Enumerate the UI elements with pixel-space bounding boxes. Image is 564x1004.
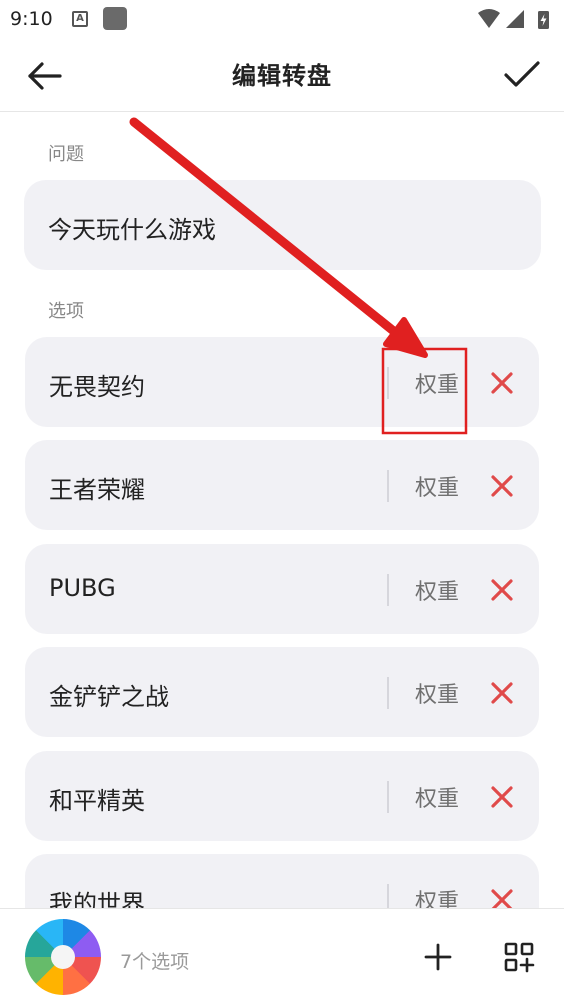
status-bar: 9:10 A [0, 0, 564, 38]
grid-add-icon [504, 942, 535, 973]
option-row[interactable]: 和平精英 权重 [25, 751, 539, 841]
delete-option-button[interactable] [489, 680, 515, 706]
question-text: 今天玩什么游戏 [48, 216, 216, 244]
weight-button[interactable]: 权重 [405, 781, 469, 813]
delete-option-button[interactable] [489, 473, 515, 499]
add-option-button[interactable] [422, 941, 454, 973]
weight-button[interactable]: 权重 [405, 574, 469, 606]
close-icon [491, 579, 513, 601]
option-row[interactable]: 无畏契约 权重 [25, 337, 539, 427]
status-icons [478, 9, 549, 29]
divider [387, 574, 389, 606]
wifi-icon [478, 9, 500, 28]
weight-button[interactable]: 权重 [405, 677, 469, 709]
option-count: 7个选项 [120, 951, 190, 973]
divider [387, 677, 389, 709]
weight-button[interactable]: 权重 [405, 367, 469, 399]
option-row[interactable]: 金铲铲之战 权重 [25, 647, 539, 737]
wheel-preview[interactable] [25, 919, 101, 995]
option-row[interactable]: PUBG 权重 [25, 544, 539, 634]
close-icon [491, 682, 513, 704]
option-text: 无畏契约 [49, 373, 145, 401]
option-text: PUBG [49, 574, 116, 602]
a-notification-icon: A [72, 11, 88, 27]
bottom-bar: 7个选项 [0, 908, 564, 1004]
question-input[interactable]: 今天玩什么游戏 [24, 180, 541, 270]
option-text: 金铲铲之战 [49, 683, 169, 711]
close-icon [491, 889, 513, 911]
confirm-button[interactable] [500, 54, 544, 94]
options-label: 选项 [48, 301, 84, 322]
app-notification-icon [103, 7, 127, 30]
question-label: 问题 [48, 144, 84, 165]
option-text: 和平精英 [49, 787, 145, 815]
delete-option-button[interactable] [489, 577, 515, 603]
page-title: 编辑转盘 [232, 62, 332, 90]
status-time: 9:10 [10, 8, 53, 30]
option-row[interactable]: 王者荣耀 权重 [25, 440, 539, 530]
close-icon [491, 786, 513, 808]
plus-icon [424, 943, 452, 971]
grid-add-button[interactable] [503, 941, 535, 973]
close-icon [491, 372, 513, 394]
wheel-center [51, 945, 75, 969]
check-icon [504, 61, 540, 87]
app-header: 编辑转盘 [0, 38, 564, 112]
delete-option-button[interactable] [489, 784, 515, 810]
weight-button[interactable]: 权重 [405, 470, 469, 502]
close-icon [491, 475, 513, 497]
divider [387, 367, 389, 399]
divider [387, 781, 389, 813]
divider [387, 470, 389, 502]
option-text: 王者荣耀 [49, 476, 145, 504]
signal-icon [506, 10, 524, 28]
delete-option-button[interactable] [489, 370, 515, 396]
